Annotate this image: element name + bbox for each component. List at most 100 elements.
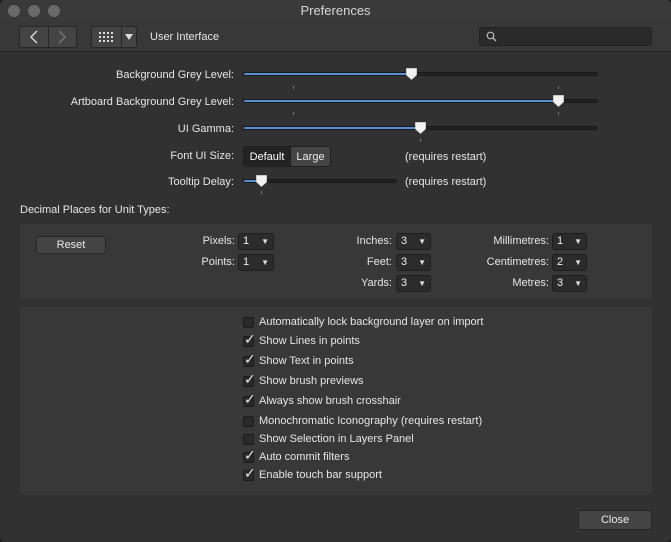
chevron-down-icon: ▼ [261,258,269,267]
option-label: Always show brush crosshair [259,395,401,407]
chevron-down-icon: ▼ [418,279,426,288]
option-row[interactable]: Automatically lock background layer on i… [243,314,483,330]
ui-gamma-fill [244,127,421,129]
close-window-button[interactable] [8,5,20,17]
option-label: Show brush previews [259,375,364,387]
checkmark-icon: ✓ [244,330,256,347]
ui-gamma-label: UI Gamma: [177,123,234,135]
centimetres-value: 2 [557,256,564,268]
tooltip-delay-label: Tooltip Delay: [167,176,234,188]
option-checkbox[interactable] [243,415,254,427]
inches-label: Inches: [356,235,392,247]
artboard-grey-tick [558,112,559,115]
artboard-grey-knob[interactable] [553,95,564,107]
feet-value: 3 [401,256,408,268]
points-value: 1 [243,256,250,268]
font-size-default-option[interactable]: Default [244,147,291,166]
minimize-window-button[interactable] [28,5,40,17]
ui-gamma-tick [420,139,421,142]
option-label: Automatically lock background layer on i… [259,316,484,328]
tooltip-delay-knob[interactable] [256,175,267,187]
chevron-down-icon: ▼ [574,237,582,246]
background-grey-tick [558,86,559,89]
ui-gamma-knob[interactable] [415,122,426,134]
search-field[interactable] [479,27,652,46]
pixels-label: Pixels: [202,235,235,247]
font-size-large-option[interactable]: Large [291,147,330,166]
yards-select[interactable]: 3 ▼ [396,275,431,292]
option-row[interactable]: ✓ Enable touch bar support [243,465,382,483]
option-row[interactable]: Monochromatic Iconography (requires rest… [243,413,482,429]
navigation-group [19,26,77,48]
centimetres-label: Centimetres: [486,256,549,268]
option-checkbox[interactable]: ✓ [243,351,256,367]
option-checkbox[interactable]: ✓ [243,371,256,387]
pixels-value: 1 [243,235,250,247]
points-select[interactable]: 1 ▼ [238,254,274,271]
inches-value: 3 [401,235,408,247]
decimal-places-heading: Decimal Places for Unit Types: [20,204,170,216]
chevron-left-icon [29,30,38,44]
option-checkbox[interactable]: ✓ [243,447,256,463]
chevron-down-icon: ▼ [418,258,426,267]
close-button[interactable]: Close [578,510,652,530]
metres-label: Metres: [512,277,549,289]
show-all-button[interactable] [92,27,122,47]
chevron-down-icon: ▼ [261,237,269,246]
grid-icon [98,31,113,42]
centimetres-select[interactable]: 2 ▼ [552,254,587,271]
option-label: Show Lines in points [259,335,360,347]
option-row[interactable]: ✓ Always show brush crosshair [243,391,401,409]
background-grey-label: Background Grey Level: [115,69,234,81]
tooltip-delay-tick [261,191,262,194]
option-checkbox[interactable]: ✓ [243,465,256,481]
preferences-window: Preferences User Interface Background Gr… [0,0,671,542]
font-ui-size-label: Font UI Size: [170,150,234,162]
zoom-window-button[interactable] [48,5,60,17]
option-row[interactable]: ✓ Show Text in points [243,351,354,369]
background-grey-knob[interactable] [406,68,417,80]
artboard-grey-slider[interactable] [243,99,598,103]
font-ui-size-segmented: Default Large [243,146,331,167]
chevron-right-icon [58,30,67,44]
option-checkbox[interactable] [243,316,254,328]
option-label: Show Selection in Layers Panel [259,433,414,445]
section-title: User Interface [150,31,220,43]
feet-select[interactable]: 3 ▼ [396,254,431,271]
checkmark-icon: ✓ [244,446,256,463]
inches-select[interactable]: 3 ▼ [396,233,431,250]
artboard-grey-label: Artboard Background Grey Level: [70,96,234,108]
yards-label: Yards: [361,277,392,289]
feet-label: Feet: [366,256,392,268]
option-checkbox[interactable]: ✓ [243,391,256,407]
reset-button[interactable]: Reset [36,236,106,254]
tooltip-restart-note: (requires restart) [405,176,487,188]
metres-value: 3 [557,277,564,289]
metres-select[interactable]: 3 ▼ [552,275,587,292]
checkmark-icon: ✓ [244,350,256,367]
millimetres-select[interactable]: 1 ▼ [552,233,587,250]
background-grey-tick [293,86,294,89]
font-size-restart-note: (requires restart) [405,151,487,163]
background-grey-fill [244,73,413,75]
option-row[interactable]: ✓ Auto commit filters [243,447,350,465]
artboard-grey-tick [293,112,294,115]
checkmark-icon: ✓ [244,464,256,481]
option-checkbox[interactable]: ✓ [243,331,256,347]
option-row[interactable]: ✓ Show brush previews [243,371,364,389]
background-grey-slider[interactable] [243,72,598,76]
title-bar: Preferences [0,0,671,22]
option-row[interactable]: Show Selection in Layers Panel [243,431,414,447]
artboard-grey-fill [244,100,559,102]
yards-value: 3 [401,277,408,289]
back-button[interactable] [20,27,48,47]
sections-dropdown-button[interactable] [122,27,136,47]
forward-button[interactable] [47,27,77,47]
checkmark-icon: ✓ [244,390,256,407]
option-checkbox[interactable] [243,433,254,445]
option-label: Show Text in points [259,355,354,367]
option-row[interactable]: ✓ Show Lines in points [243,331,360,349]
toolbar: User Interface [0,22,671,52]
pixels-select[interactable]: 1 ▼ [238,233,274,250]
option-label: Auto commit filters [259,451,350,463]
